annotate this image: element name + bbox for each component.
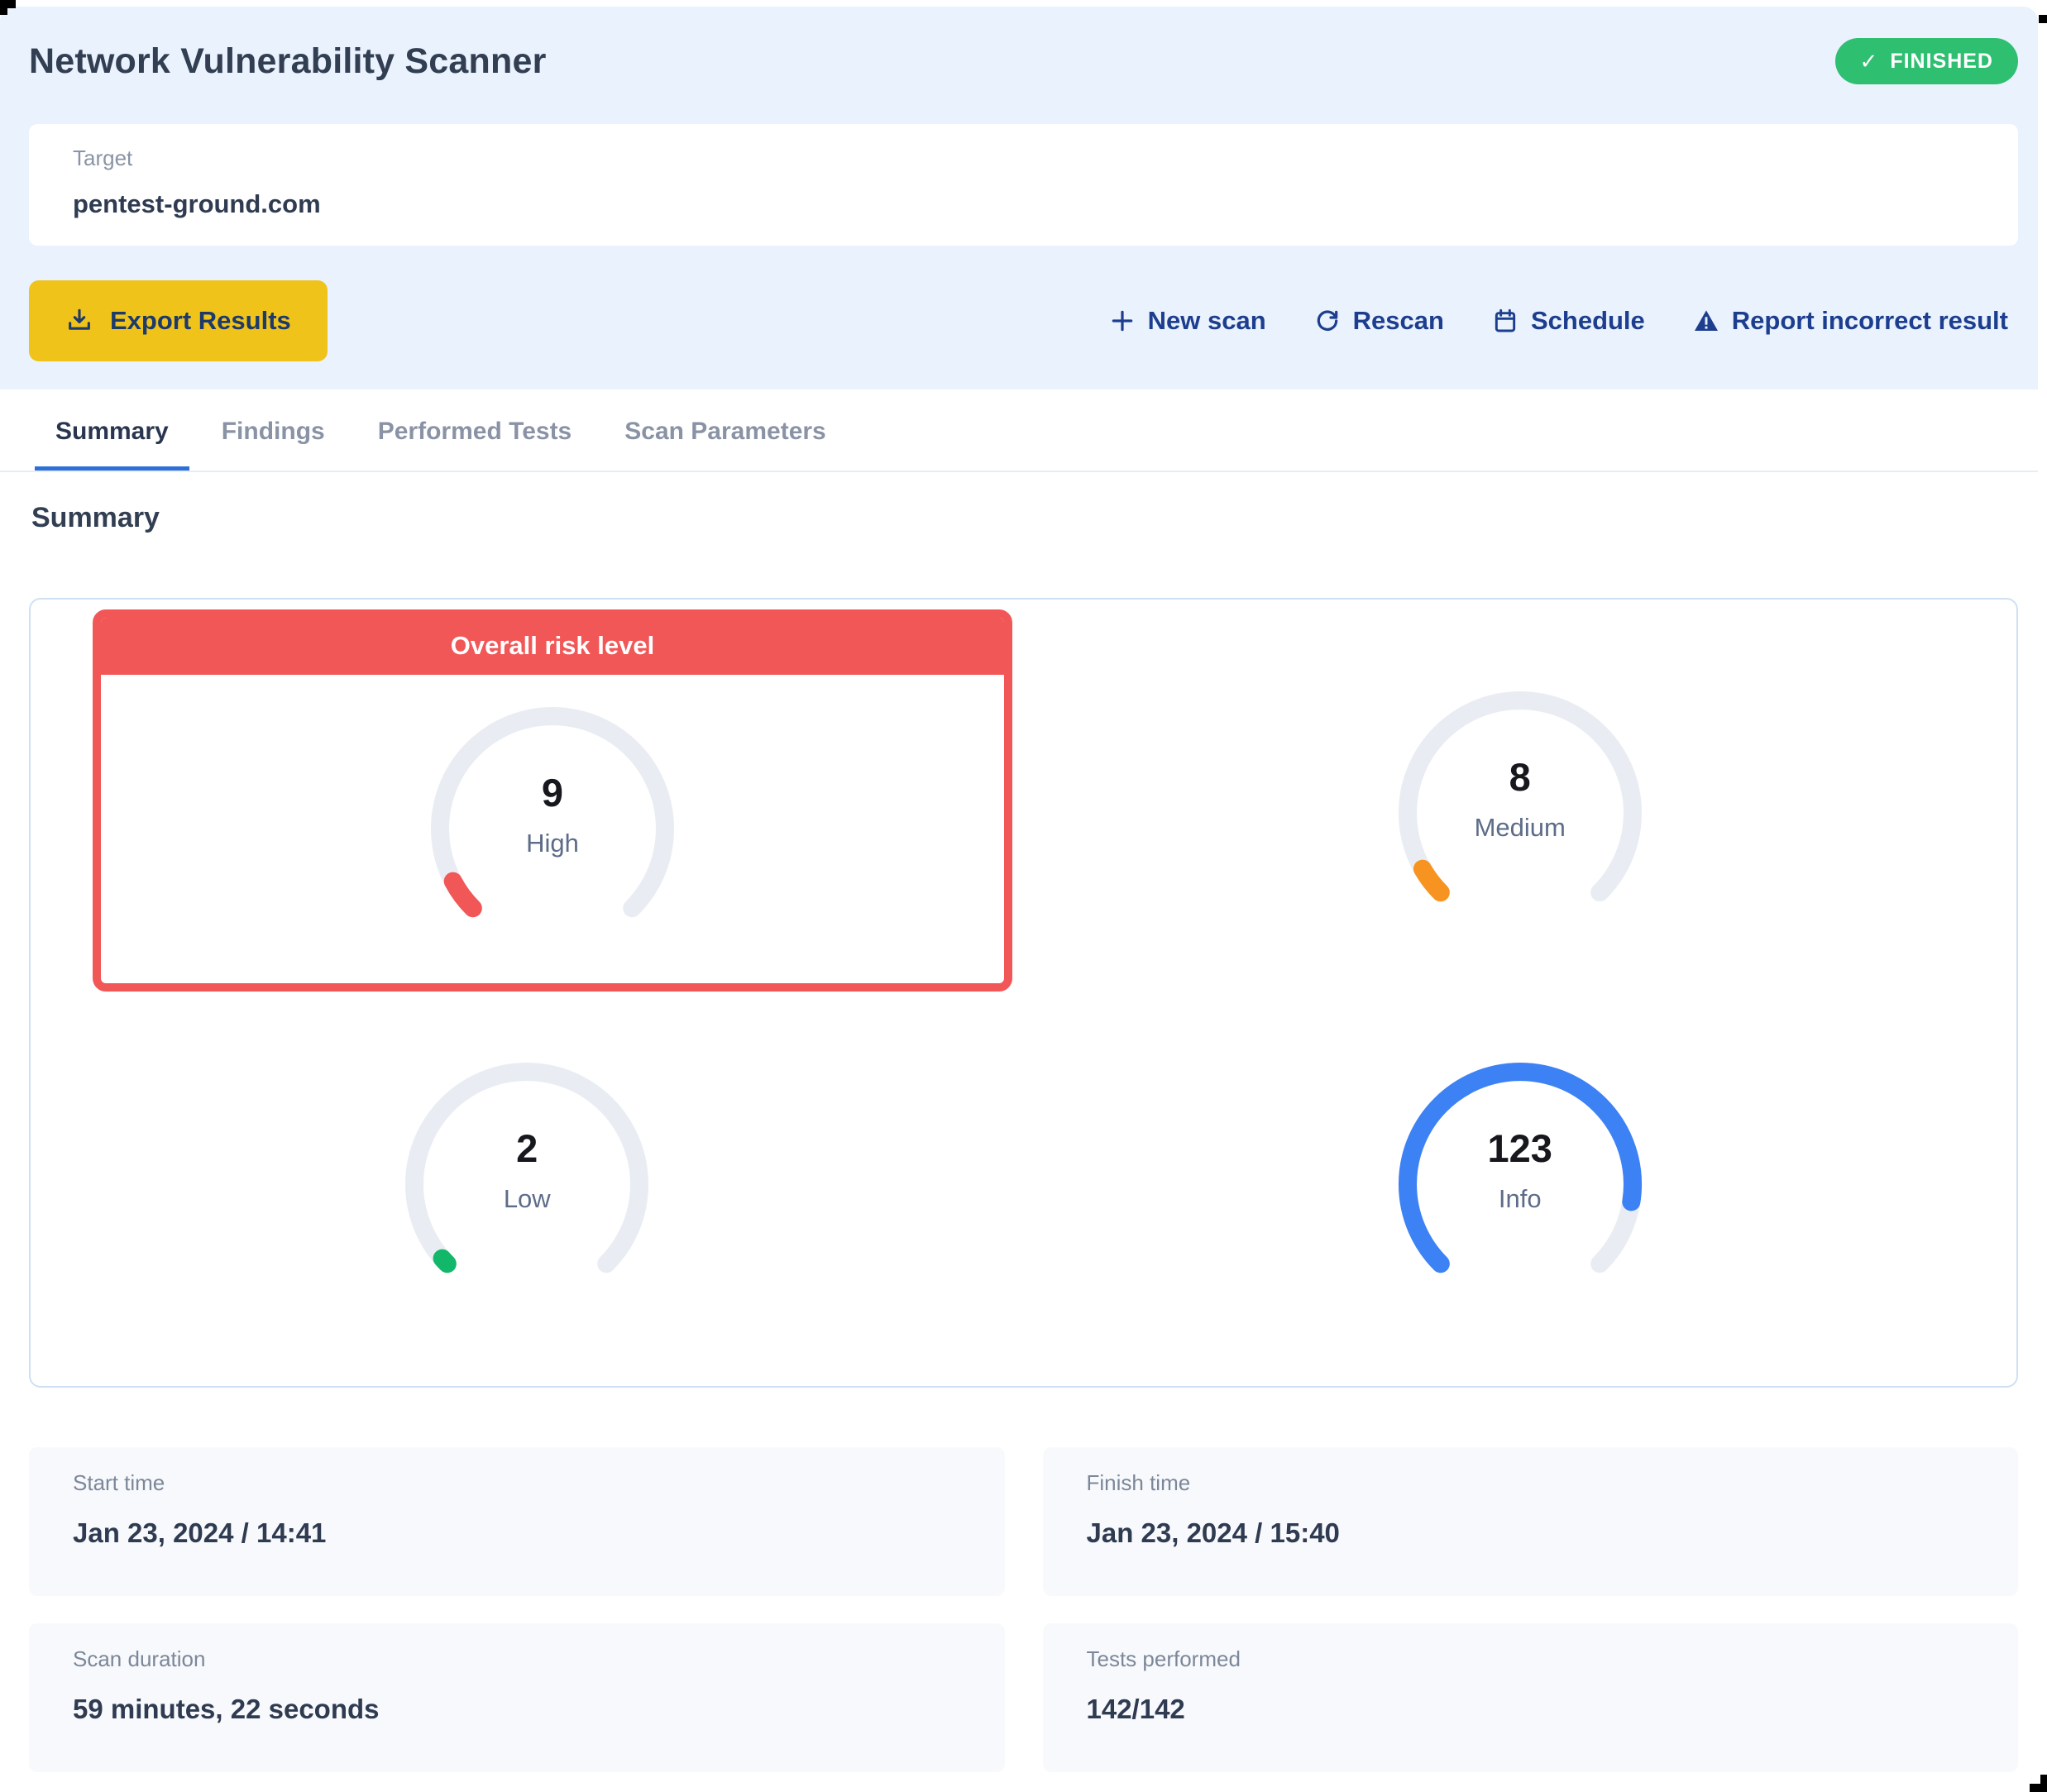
low-severity-gauge: 2 Low (386, 1044, 667, 1325)
gauge-text: 8 Medium (1380, 672, 1661, 953)
status-badge-label: FINISHED (1890, 50, 1993, 74)
tab-scan-parameters[interactable]: Scan Parameters (604, 389, 847, 471)
gauge-text: 2 Low (386, 1044, 667, 1325)
high-count: 9 (542, 770, 563, 815)
low-label: Low (504, 1184, 551, 1214)
scan-details-grid: Start time Jan 23, 2024 / 14:41 Finish t… (29, 1447, 2018, 1772)
tests-performed-label: Tests performed (1087, 1646, 1975, 1672)
scan-header: Network Vulnerability Scanner ✓ FINISHED… (0, 7, 2038, 389)
new-scan-link[interactable]: New scan (1109, 306, 1266, 336)
refresh-icon (1314, 308, 1341, 334)
rescan-link[interactable]: Rescan (1314, 306, 1444, 336)
info-label: Info (1499, 1184, 1542, 1214)
finish-time-card: Finish time Jan 23, 2024 / 15:40 (1043, 1447, 2019, 1596)
tab-summary[interactable]: Summary (35, 389, 189, 471)
risk-summary-card: 8 Medium 2 Low (29, 598, 2018, 1388)
page-title: Network Vulnerability Scanner (29, 41, 547, 82)
start-time-label: Start time (73, 1470, 961, 1496)
tab-bar: Summary Findings Performed Tests Scan Pa… (0, 389, 2038, 472)
export-results-button[interactable]: Export Results (29, 280, 328, 361)
info-severity-gauge: 123 Info (1380, 1044, 1661, 1325)
medium-count: 8 (1509, 754, 1531, 800)
status-badge: ✓ FINISHED (1835, 38, 2018, 84)
tests-performed-card: Tests performed 142/142 (1043, 1623, 2019, 1772)
plus-icon (1109, 308, 1136, 334)
rescan-label: Rescan (1353, 306, 1444, 336)
title-row: Network Vulnerability Scanner ✓ FINISHED (29, 31, 2018, 91)
finish-time-label: Finish time (1087, 1470, 1975, 1496)
actions-row: Export Results New scan (29, 280, 2018, 361)
header-action-links: New scan Rescan Sc (1109, 306, 2018, 336)
warning-icon (1693, 308, 1719, 334)
gauge-text: 9 High (412, 688, 693, 969)
summary-content: Summary 8 Medium (0, 502, 2038, 1772)
check-icon: ✓ (1860, 49, 1879, 74)
calendar-icon (1492, 308, 1519, 334)
schedule-label: Schedule (1531, 306, 1645, 336)
crop-artifact (0, 8, 7, 15)
medium-label: Medium (1475, 813, 1566, 843)
overall-risk-level-callout: Overall risk level 9 High (93, 609, 1012, 992)
scan-duration-value: 59 minutes, 22 seconds (73, 1694, 961, 1725)
download-icon (65, 307, 93, 335)
target-label: Target (73, 146, 1974, 171)
new-scan-label: New scan (1148, 306, 1266, 336)
tab-performed-tests[interactable]: Performed Tests (357, 389, 593, 471)
high-label: High (526, 829, 579, 858)
overall-risk-level-title: Overall risk level (100, 617, 1005, 675)
tests-performed-value: 142/142 (1087, 1694, 1975, 1725)
info-count: 123 (1488, 1125, 1552, 1171)
finish-time-value: Jan 23, 2024 / 15:40 (1087, 1517, 1975, 1549)
overall-risk-level-body: 9 High (101, 675, 1004, 969)
gauge-cell-info: 123 Info (1024, 1015, 2017, 1386)
crop-artifact (0, 0, 16, 8)
target-value: pentest-ground.com (73, 189, 1974, 219)
target-card: Target pentest-ground.com (29, 124, 2018, 246)
start-time-value: Jan 23, 2024 / 14:41 (73, 1517, 961, 1549)
report-incorrect-result-label: Report incorrect result (1732, 306, 2008, 336)
low-count: 2 (516, 1125, 538, 1171)
gauge-text: 123 Info (1380, 1044, 1661, 1325)
export-results-label: Export Results (110, 306, 291, 336)
tab-findings[interactable]: Findings (201, 389, 346, 471)
report-incorrect-result-link[interactable]: Report incorrect result (1693, 306, 2008, 336)
gauge-cell-medium: 8 Medium (1024, 600, 2017, 1015)
section-title: Summary (31, 502, 2018, 534)
start-time-card: Start time Jan 23, 2024 / 14:41 (29, 1447, 1005, 1596)
scan-duration-label: Scan duration (73, 1646, 961, 1672)
scan-duration-card: Scan duration 59 minutes, 22 seconds (29, 1623, 1005, 1772)
high-severity-gauge: 9 High (412, 688, 693, 969)
gauge-cell-low: 2 Low (31, 1015, 1024, 1386)
medium-severity-gauge: 8 Medium (1380, 672, 1661, 953)
scanner-app-window: Network Vulnerability Scanner ✓ FINISHED… (0, 7, 2038, 1792)
crop-artifact (2030, 1784, 2047, 1792)
schedule-link[interactable]: Schedule (1492, 306, 1645, 336)
crop-artifact (2039, 15, 2047, 23)
